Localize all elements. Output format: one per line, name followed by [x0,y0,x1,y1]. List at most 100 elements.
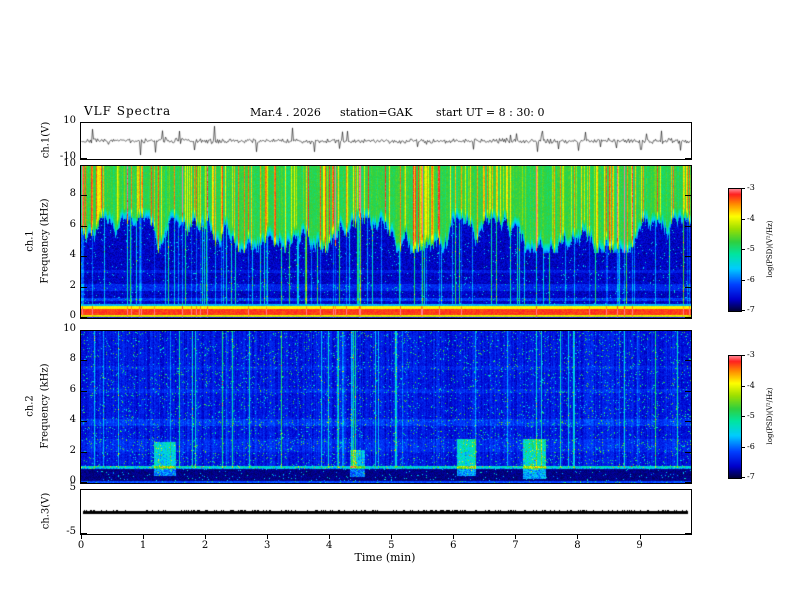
colorbar-tick-label: -7 [747,305,755,314]
colorbar-tick-label: -3 [747,350,755,359]
y-tick-label: 8 [69,188,76,200]
y-tick-mark [81,195,87,197]
y-tick-mark [685,317,691,318]
y-tick-mark [81,286,87,288]
x-tick-mark [81,535,82,539]
ch3-waveform-panel [80,489,692,535]
colorbar-ch1 [728,188,742,312]
y-tick-mark [81,317,87,318]
y-tick-mark [81,421,87,423]
y-tick-mark [685,330,691,331]
y-tick-label: 8 [69,353,76,365]
plot-date: Mar.4 . 2026 [250,106,321,119]
colorbar-tick-mark [741,188,745,189]
y-tick-mark [81,451,87,453]
x-tick-mark [143,535,145,539]
ch3-voltage-axis-label: ch.3(V) [40,492,52,530]
x-tick-label: 1 [139,540,147,551]
colorbar-tick-mark [741,477,745,478]
y-tick-mark [81,360,87,362]
y-tick-mark [685,489,691,490]
y-tick-label: 2 [69,279,76,291]
x-tick-mark [329,535,331,539]
ch2-spectrogram-canvas [81,331,691,483]
ch2-channel-label: ch.2 [24,395,36,417]
time-axis-label: Time (min) [354,551,416,564]
y-tick-label: 5 [69,482,76,493]
x-tick-mark [267,535,269,539]
y-tick-mark [685,482,691,483]
y-tick-mark [685,286,691,288]
colorbar-tick-mark [741,385,745,387]
x-tick-mark [515,535,517,539]
y-tick-mark [685,390,691,392]
x-tick-mark [453,535,455,539]
colorbar-ch1-gradient [729,189,741,311]
y-tick-mark [685,122,691,123]
colorbar-tick-label: -6 [747,274,755,284]
colorbar-tick-label: -4 [747,213,755,223]
y-tick-mark [81,158,87,159]
y-tick-mark [81,122,87,123]
y-tick-label: 0 [69,310,76,321]
x-tick-label: 3 [264,540,271,551]
y-tick-mark [81,330,87,331]
colorbar-tick-mark [741,310,745,311]
ch2-frequency-axis-label: Frequency (kHz) [39,363,51,449]
ch1-spectrogram-canvas [81,166,691,318]
x-tick-mark [205,535,207,539]
y-tick-mark [81,256,87,258]
colorbar-ch1-label: log(PSD)(V²/Hz) [766,220,774,278]
x-tick-label: 0 [77,540,85,551]
y-tick-mark [81,165,87,166]
y-tick-mark [685,195,691,197]
colorbar-ch2-gradient [729,356,741,478]
x-tick-mark [577,535,579,539]
x-tick-label: 6 [450,540,457,551]
y-tick-label: 6 [69,383,76,395]
colorbar-ch2 [728,355,742,479]
ch3-waveform-canvas [81,490,691,534]
y-tick-mark [685,158,691,159]
y-tick-label: 2 [69,444,76,456]
colorbar-tick-label: -4 [747,380,755,390]
y-tick-mark [685,165,691,166]
ch1-spectrogram-panel [80,165,692,319]
x-tick-mark [639,535,641,539]
colorbar-tick-mark [741,279,745,281]
y-tick-label: 4 [69,414,76,426]
colorbar-tick-mark [741,218,745,220]
colorbar-tick-mark [741,355,745,356]
y-tick-mark [81,225,87,227]
colorbar-tick-mark [741,249,745,250]
colorbar-tick-label: -3 [747,183,755,192]
plot-station: station=GAK [340,106,413,119]
y-tick-mark [685,421,691,423]
x-tick-label: 2 [201,540,209,551]
colorbar-ch2-label: log(PSD)(V²/Hz) [766,387,774,445]
x-tick-label: 5 [388,540,395,551]
x-tick-mark [391,535,393,539]
y-tick-mark [81,533,87,534]
ch1-frequency-axis-label: Frequency (kHz) [39,198,51,284]
y-tick-mark [81,489,87,490]
colorbar-tick-label: -5 [747,244,755,253]
y-tick-mark [81,390,87,392]
ch1-channel-label: ch.1 [24,230,36,252]
colorbar-tick-label: -6 [747,441,755,451]
plot-title: VLF Spectra [84,104,172,118]
colorbar-tick-mark [741,416,745,417]
y-tick-mark [685,256,691,258]
y-tick-mark [685,533,691,534]
colorbar-tick-label: -7 [747,472,755,481]
x-tick-label: 4 [326,540,333,551]
y-tick-label: 4 [69,249,76,261]
y-tick-mark [685,451,691,453]
y-tick-label: 10 [63,158,76,169]
y-tick-mark [81,482,87,483]
colorbar-tick-mark [741,446,745,448]
y-tick-label: 10 [63,323,76,334]
x-tick-label: 9 [636,540,643,551]
plot-start-ut: start UT = 8 : 30: 0 [436,106,545,119]
vlf-spectra-figure: VLF Spectra Mar.4 . 2026 station=GAK sta… [0,0,792,612]
